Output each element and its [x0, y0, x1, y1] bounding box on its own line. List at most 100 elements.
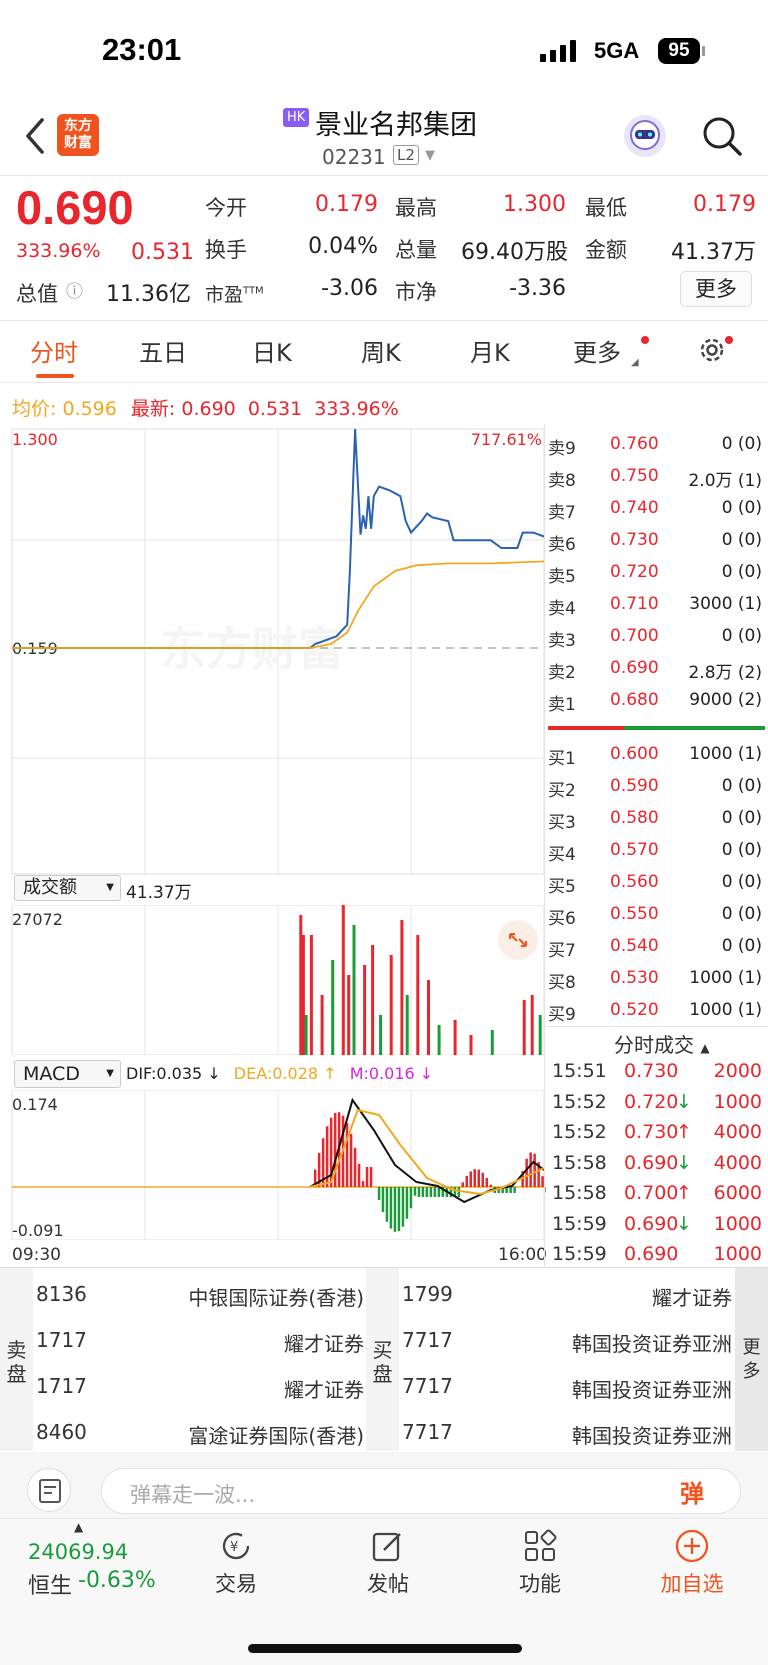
bid-row[interactable]: 买1 0.600 1000 (1) — [546, 738, 768, 769]
buy-broker-label: 买 盘 — [366, 1268, 399, 1451]
buy-broker-row[interactable]: 7717 韩国投资证券亚洲 — [402, 1374, 732, 1404]
trade-icon[interactable]: ¥ — [218, 1528, 254, 1564]
tick-volume: 1000 — [713, 1212, 762, 1235]
ask-row[interactable]: 卖9 0.760 0 (0) — [546, 428, 768, 459]
macd-bar — [525, 1158, 528, 1187]
macd-dif: DIF:0.035 — [126, 1064, 203, 1083]
macd-chart[interactable]: 0.174 -0.091 — [0, 1090, 546, 1240]
ask-row[interactable]: 卖8 0.750 2.0万 (1) — [546, 460, 768, 491]
bid-row[interactable]: 买4 0.570 0 (0) — [546, 834, 768, 865]
pe-value: -3.06 — [321, 276, 378, 301]
tab-weekly-k[interactable]: 周K — [361, 333, 401, 368]
index-value[interactable]: 24069.94 — [28, 1540, 128, 1564]
add-watchlist-icon[interactable] — [674, 1528, 710, 1564]
bid-row[interactable]: 买3 0.580 0 (0) — [546, 802, 768, 833]
tab-daily-k[interactable]: 日K — [252, 333, 292, 368]
latest-change: 0.531 — [247, 398, 303, 420]
volume-bar — [490, 1030, 494, 1055]
volume-chart[interactable]: 27072 — [0, 905, 546, 1055]
tick-price: 0.690 — [624, 1151, 679, 1174]
ask-volume: 0 (0) — [721, 562, 762, 582]
ask-label: 卖9 — [548, 439, 576, 459]
nav-add-watchlist[interactable]: 加自选 — [652, 1568, 732, 1598]
ask-row[interactable]: 卖6 0.730 0 (0) — [546, 524, 768, 555]
buy-broker-row[interactable]: 7717 韩国投资证券亚洲 — [402, 1420, 732, 1450]
more-quote-button[interactable]: 更多 — [680, 271, 752, 307]
bid-price: 0.550 — [610, 904, 659, 924]
notification-dot — [725, 336, 733, 344]
macd-values: DIF:0.035 ↓ DEA:0.028 ↑ M:0.016 ↓ — [126, 1064, 434, 1083]
macd-m: M:0.016 — [349, 1064, 415, 1083]
ask-row[interactable]: 卖7 0.740 0 (0) — [546, 492, 768, 523]
macd-indicator-select[interactable]: MACD ▼ — [14, 1060, 121, 1088]
chart-info-line: 均价: 0.596 最新: 0.690 0.531 333.96% — [12, 394, 399, 421]
macd-bar — [357, 1163, 361, 1187]
intraday-price-chart[interactable]: 东方财富 1.300 0.159 717.61% — [0, 425, 546, 875]
caret-down-icon[interactable]: ▼ — [425, 148, 435, 163]
bid-label: 买8 — [548, 973, 576, 993]
volume-bar — [347, 975, 351, 1055]
nav-functions[interactable]: 功能 — [500, 1568, 580, 1598]
tab-monthly-k[interactable]: 月K — [470, 333, 510, 368]
danmu-toggle-button[interactable]: 弹 — [680, 1474, 724, 1510]
level2-tag[interactable]: L2 — [393, 145, 419, 165]
ask-row[interactable]: 卖3 0.700 0 (0) — [546, 620, 768, 651]
turnover-label: 换手 — [205, 238, 247, 262]
market-tag: HK — [283, 108, 310, 127]
broker-code: 7717 — [402, 1328, 453, 1352]
ask-row[interactable]: 卖4 0.710 3000 (1) — [546, 588, 768, 619]
broker-name: 中银国际证券(香港) — [188, 1286, 364, 1310]
more-brokers-button[interactable]: 更 多 — [735, 1268, 768, 1451]
search-icon[interactable] — [700, 114, 744, 158]
ticks-title[interactable]: 分时成交 ▲ — [614, 1029, 710, 1058]
bid-row[interactable]: 买8 0.530 1000 (1) — [546, 962, 768, 993]
ask-row[interactable]: 卖1 0.680 9000 (2) — [546, 684, 768, 715]
nav-trade[interactable]: 交易 — [196, 1568, 276, 1598]
sell-broker-row[interactable]: 8460 富途证券国际(香港) — [36, 1420, 364, 1450]
sell-broker-row[interactable]: 1717 耀才证券 — [36, 1328, 364, 1358]
tab-more[interactable]: 更多 — [573, 333, 621, 368]
bid-row[interactable]: 买7 0.540 0 (0) — [546, 930, 768, 961]
macd-bar — [477, 1169, 480, 1187]
tab-five-day[interactable]: 五日 — [139, 333, 187, 368]
info-circle-icon[interactable]: ⓘ — [66, 277, 83, 302]
bid-row[interactable]: 买6 0.550 0 (0) — [546, 898, 768, 929]
bid-label: 买2 — [548, 781, 576, 801]
pb-label: 市净 — [395, 280, 437, 304]
low-value: 0.179 — [693, 192, 756, 217]
bid-row[interactable]: 买9 0.520 1000 (1) — [546, 994, 768, 1025]
bid-row[interactable]: 买5 0.560 0 (0) — [546, 866, 768, 897]
sell-broker-row[interactable]: 1717 耀才证券 — [36, 1374, 364, 1404]
ask-price: 0.760 — [610, 434, 659, 454]
nav-post[interactable]: 发帖 — [348, 1568, 428, 1598]
ask-row[interactable]: 卖2 0.690 2.8万 (2) — [546, 652, 768, 683]
bid-row[interactable]: 买2 0.590 0 (0) — [546, 770, 768, 801]
macd-dea: DEA:0.028 — [233, 1064, 319, 1083]
assistant-robot-icon[interactable] — [624, 115, 666, 157]
notes-icon[interactable] — [27, 1468, 71, 1512]
sell-broker-row[interactable]: 8136 中银国际证券(香港) — [36, 1282, 364, 1312]
gear-icon[interactable] — [697, 335, 727, 365]
bid-price: 0.540 — [610, 936, 659, 956]
arrow-down-icon: ↓ — [676, 1212, 692, 1235]
expand-chart-icon[interactable] — [498, 920, 538, 960]
macd-bar — [489, 1184, 492, 1187]
tick-time: 15:59 — [552, 1243, 607, 1265]
tab-intraday[interactable]: 分时 — [30, 333, 78, 368]
bid-ask-ratio-bar — [548, 726, 765, 730]
macd-bar — [533, 1153, 536, 1187]
macd-bar — [425, 1187, 429, 1197]
back-button[interactable] — [22, 116, 48, 165]
volume-bar — [530, 995, 534, 1055]
buy-broker-row[interactable]: 7717 韩国投资证券亚洲 — [402, 1328, 732, 1358]
macd-bar — [485, 1178, 488, 1187]
functions-icon[interactable] — [522, 1528, 558, 1564]
ask-row[interactable]: 卖5 0.720 0 (0) — [546, 556, 768, 587]
buy-broker-row[interactable]: 1799 耀才证券 — [402, 1282, 732, 1312]
stock-name[interactable]: 景业名邦集团 — [315, 103, 477, 142]
volume-indicator-select[interactable]: 成交额 ▼ — [14, 875, 121, 901]
macd-bar — [365, 1167, 369, 1187]
broker-name: 富途证券国际(香港) — [188, 1424, 364, 1448]
volume-bar — [538, 1015, 542, 1055]
post-icon[interactable] — [370, 1528, 406, 1564]
